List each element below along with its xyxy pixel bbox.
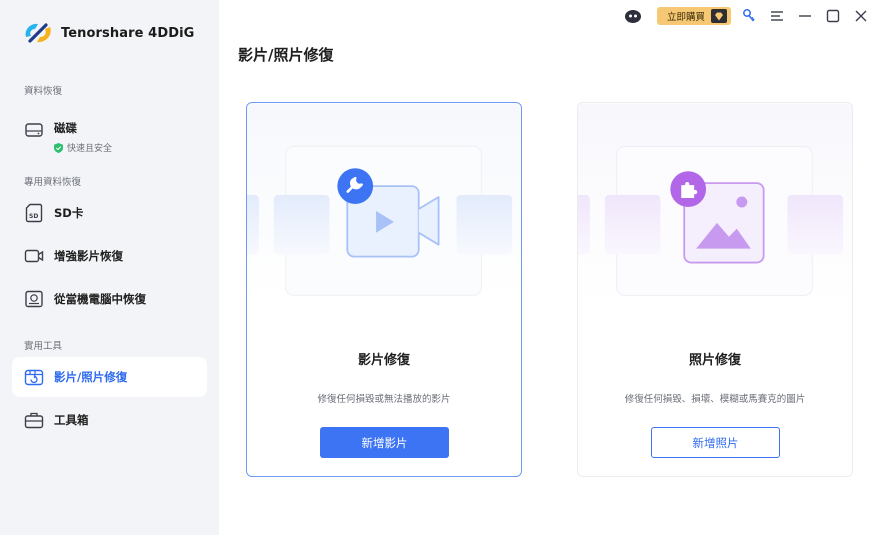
sidebar-item-crashed-computer[interactable]: 從當機電腦中恢復 — [12, 279, 207, 319]
minimize-icon[interactable] — [791, 2, 819, 30]
add-video-button[interactable]: 新增影片 — [320, 427, 449, 458]
sd-card-icon: SD — [24, 203, 44, 223]
brand: Tenorshare 4DDiG — [22, 19, 194, 47]
sidebar-item-video-photo-repair[interactable]: 影片/照片修復 — [12, 357, 207, 397]
sidebar-item-label: 增強影片恢復 — [54, 249, 123, 263]
sidebar-item-video-recovery[interactable]: 增強影片恢復 — [12, 236, 207, 276]
shield-check-icon — [54, 142, 63, 153]
sidebar-item-toolbox[interactable]: 工具箱 — [12, 400, 207, 440]
card-title: 照片修復 — [688, 353, 741, 368]
disk-sub-label: 快速且安全 — [67, 144, 113, 154]
repair-icon — [24, 367, 44, 387]
svg-text:SD: SD — [29, 213, 38, 220]
sidebar-item-label: SD卡 — [54, 206, 84, 220]
video-repair-card[interactable]: 影片修復 修復任何損毀或無法播放的影片 新增影片 — [246, 102, 522, 477]
close-icon[interactable] — [847, 2, 875, 30]
sidebar-item-disk[interactable]: 磁碟 快速且安全 — [12, 110, 207, 154]
section-data-recovery: 資料恢復 — [24, 86, 63, 97]
disk-status: 快速且安全 — [54, 141, 112, 154]
menu-icon[interactable] — [763, 2, 791, 30]
add-photo-button[interactable]: 新增照片 — [651, 427, 780, 458]
card-description: 修復任何損毀、損壞、模糊或馬賽克的圖片 — [624, 394, 806, 405]
section-utilities: 實用工具 — [24, 341, 63, 352]
sidebar-item-sd-card[interactable]: SD SD卡 — [12, 193, 207, 233]
app-name: Tenorshare 4DDiG — [61, 25, 195, 41]
sidebar-item-label: 磁碟 — [54, 121, 77, 135]
card-title: 影片修復 — [357, 353, 410, 368]
maximize-icon[interactable] — [819, 2, 847, 30]
sidebar-item-label: 從當機電腦中恢復 — [54, 292, 146, 306]
section-special-recovery: 專用資料恢復 — [24, 177, 82, 188]
key-icon[interactable] — [735, 2, 763, 30]
video-recovery-icon — [24, 246, 44, 266]
photo-repair-illustration — [578, 103, 852, 303]
assistant-icon[interactable] — [619, 2, 647, 30]
page-title: 影片/照片修復 — [238, 46, 334, 64]
sidebar-item-label: 工具箱 — [54, 413, 89, 427]
window-controls: 立即購買 — [619, 0, 881, 32]
toolbox-icon — [24, 410, 44, 430]
buy-now-label: 立即購買 — [666, 12, 705, 23]
sidebar-item-label: 影片/照片修復 — [54, 370, 128, 384]
crashed-computer-icon — [24, 289, 44, 309]
diamond-icon — [711, 9, 727, 23]
app-logo-icon — [25, 23, 51, 43]
buy-now-button[interactable]: 立即購買 — [656, 7, 731, 25]
video-repair-illustration — [247, 103, 521, 303]
photo-repair-card[interactable]: 照片修復 修復任何損毀、損壞、模糊或馬賽克的圖片 新增照片 — [577, 102, 853, 477]
card-description: 修復任何損毀或無法播放的影片 — [317, 394, 451, 405]
disk-icon — [24, 120, 44, 140]
sidebar: Tenorshare 4DDiG 資料恢復 磁碟 快速且安全 專用資料恢復 SD… — [0, 0, 219, 535]
